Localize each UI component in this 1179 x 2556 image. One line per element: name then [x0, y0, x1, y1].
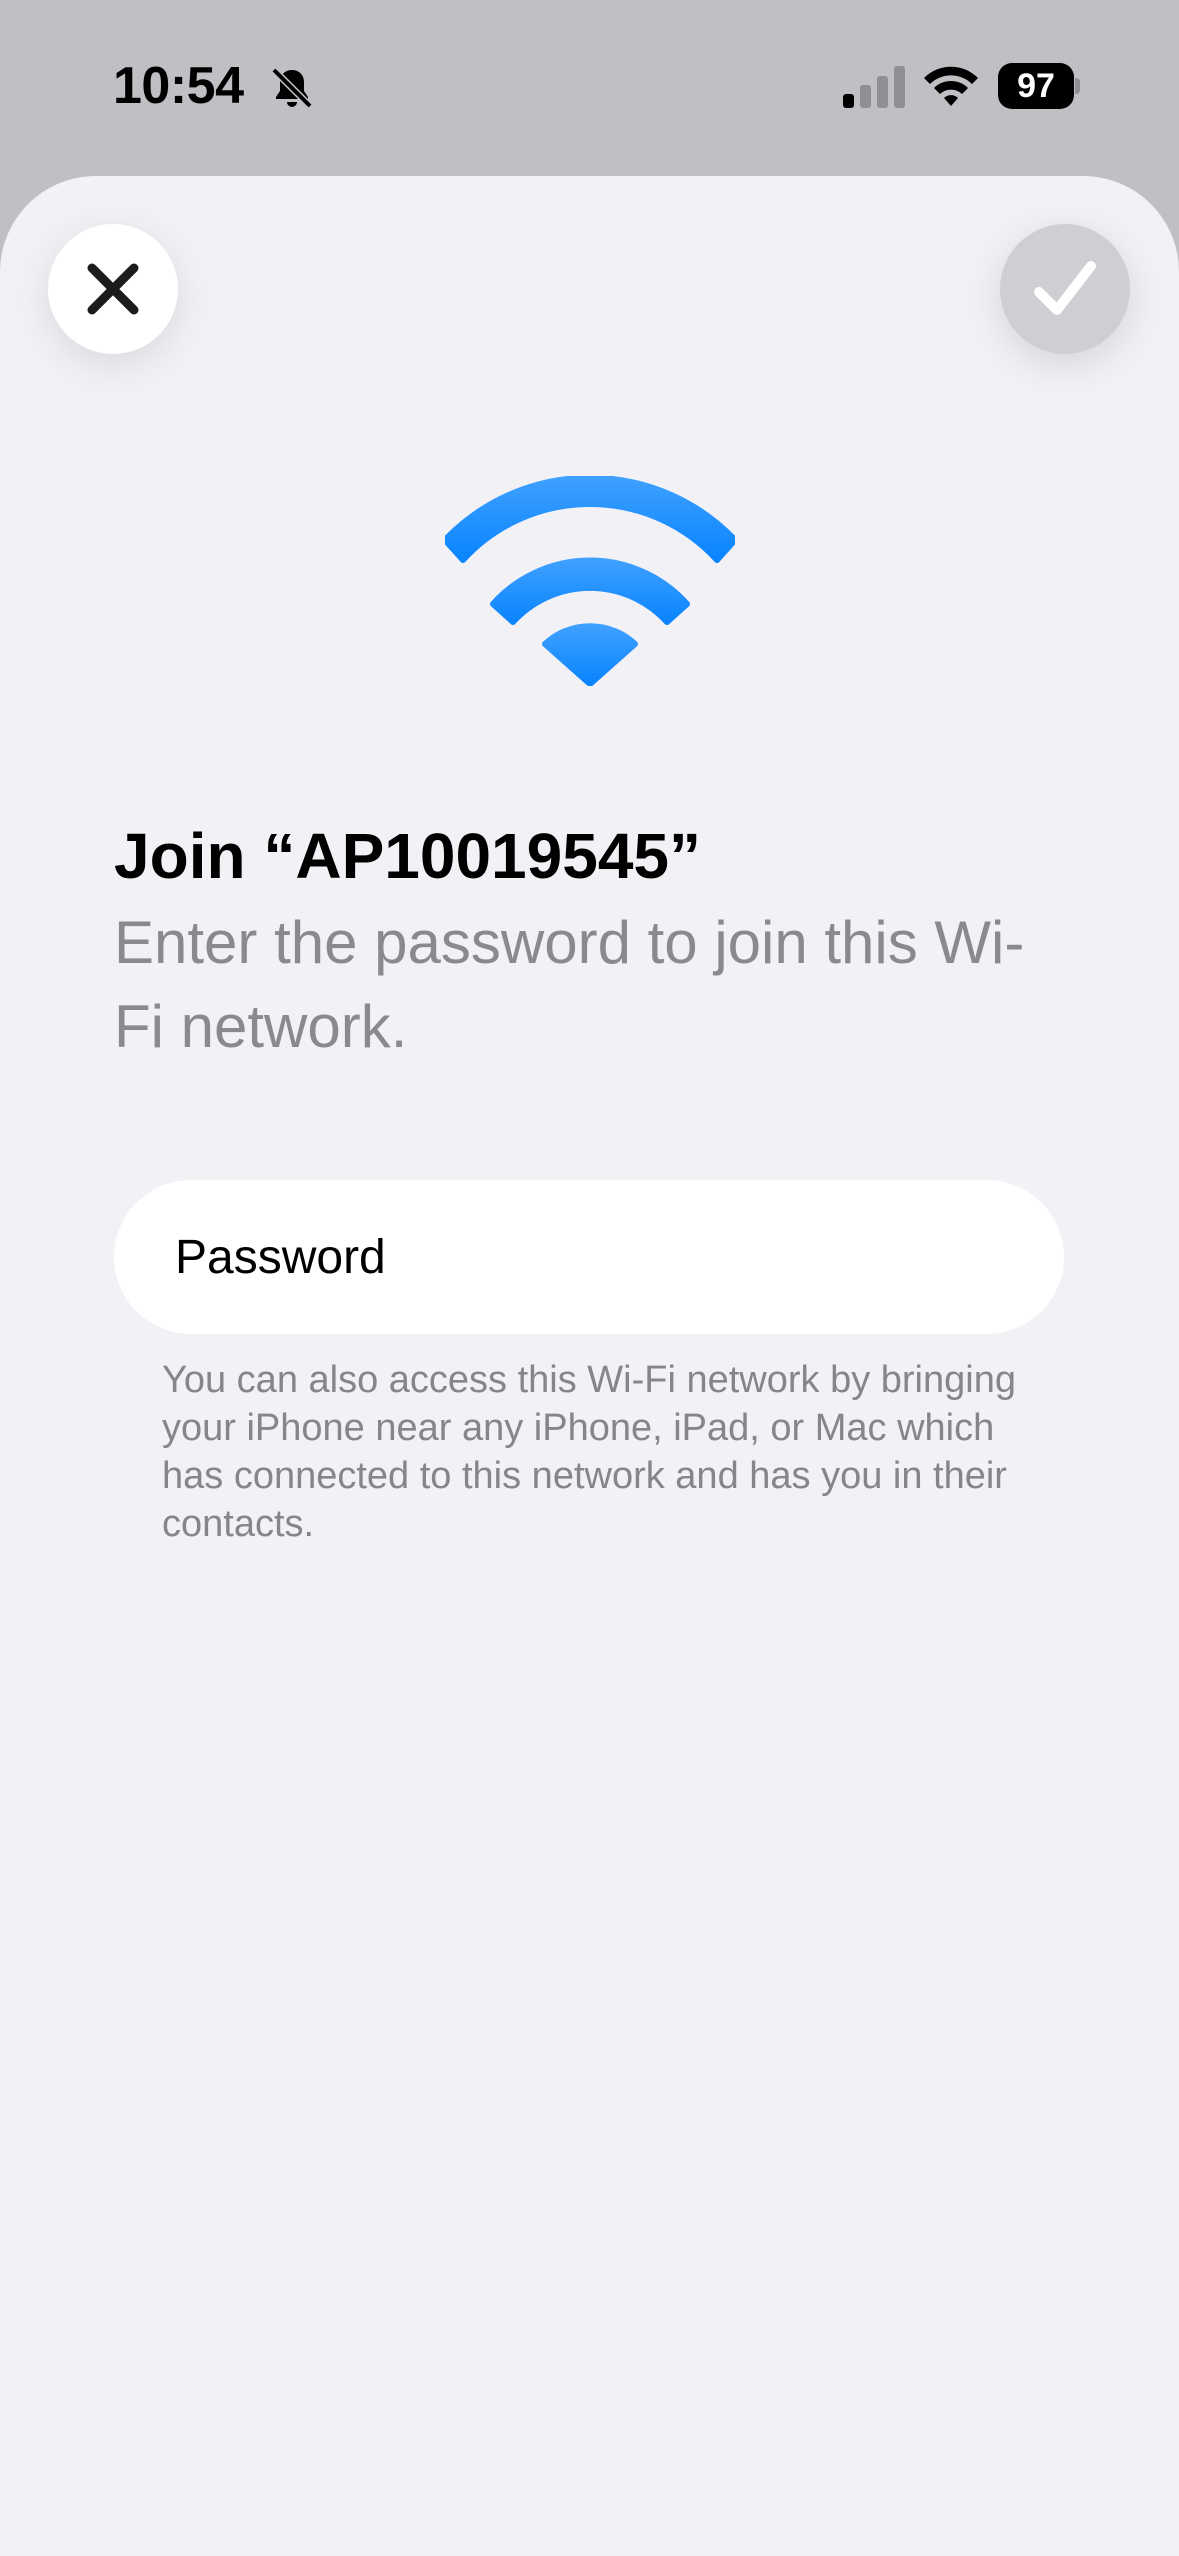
close-button[interactable]: [48, 224, 178, 354]
battery-level: 97: [998, 63, 1074, 109]
join-network-sheet: Join “AP10019545” Enter the password to …: [0, 176, 1179, 2556]
wifi-icon: [445, 476, 735, 686]
password-input[interactable]: [114, 1180, 1064, 1334]
join-confirm-button[interactable]: [1000, 224, 1130, 354]
wifi-icon: [924, 66, 978, 106]
checkmark-icon: [1034, 261, 1096, 315]
status-bar: 10:54 97: [0, 0, 1179, 176]
battery-icon: 97: [998, 63, 1080, 109]
status-time: 10:54: [113, 57, 244, 115]
page-title: Join “AP10019545”: [114, 820, 701, 892]
battery-tip: [1075, 78, 1080, 94]
bell-slash-icon: [271, 67, 313, 109]
cellular-signal-icon: [843, 66, 905, 108]
page-subtitle: Enter the password to join this Wi-Fi ne…: [114, 909, 1025, 1060]
helper-text: You can also access this Wi-Fi network b…: [162, 1359, 1016, 1545]
xmark-icon: [87, 263, 139, 315]
